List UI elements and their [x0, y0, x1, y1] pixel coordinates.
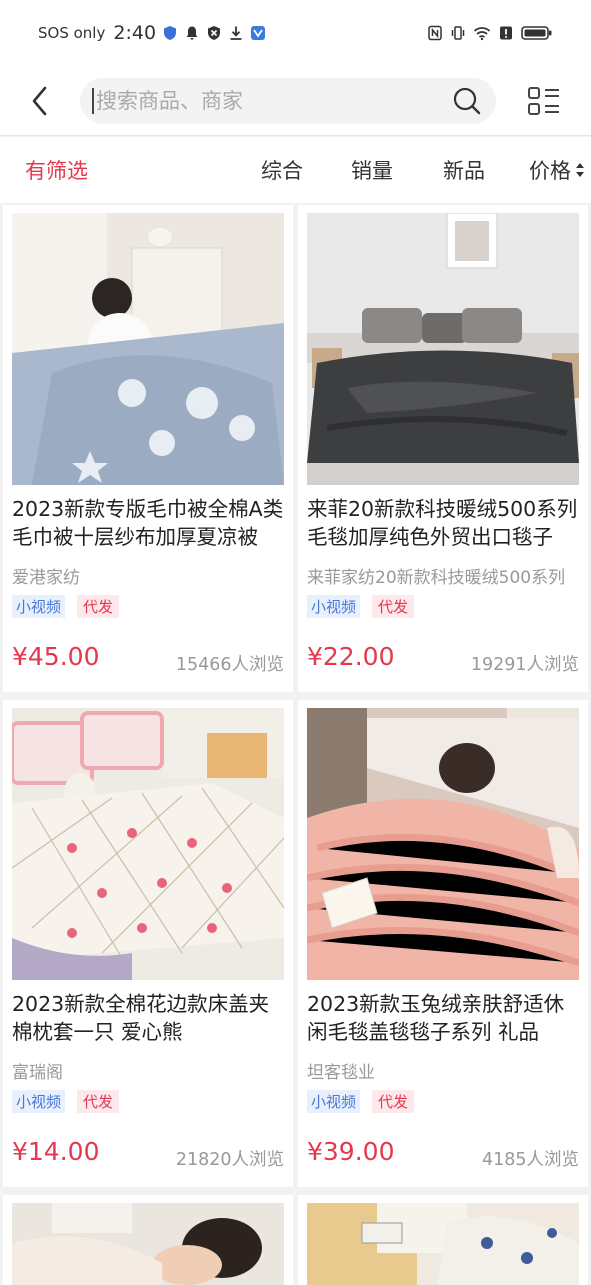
product-card[interactable]: 2023新款玉兔绒亲肤舒适休闲毛毯盖毯毯子系列 礼品 坦客毯业 小视频 代发 ¥…	[298, 700, 588, 1187]
shop-name[interactable]: 爱港家纺	[12, 563, 284, 588]
sort-tab-price[interactable]: 价格	[529, 155, 585, 185]
tag-video: 小视频	[12, 1090, 66, 1113]
shop-name[interactable]: 坦客毯业	[307, 1058, 579, 1083]
product-tags: 小视频 代发	[307, 595, 415, 618]
tag-video: 小视频	[307, 1090, 361, 1113]
product-image[interactable]	[307, 708, 579, 980]
tag-dropship: 代发	[372, 595, 415, 618]
shop-name[interactable]: 富瑞阁	[12, 1058, 284, 1083]
view-count: 21820人浏览	[175, 1150, 284, 1170]
product-card[interactable]	[298, 1195, 588, 1285]
app-notification-icon	[251, 26, 266, 40]
vibrate-icon	[451, 26, 465, 40]
view-count: 4185人浏览	[481, 1150, 579, 1170]
product-tags: 小视频 代发	[12, 1090, 120, 1113]
layout-toggle-button[interactable]	[496, 71, 591, 131]
status-bar: SOS only 2:40	[0, 0, 591, 66]
product-price: ¥22.00	[307, 642, 395, 671]
search-header	[0, 66, 591, 136]
battery-icon	[521, 26, 552, 40]
product-tags: 小视频 代发	[12, 595, 120, 618]
product-image[interactable]	[12, 213, 284, 485]
product-image[interactable]	[307, 1203, 579, 1285]
product-title[interactable]: 2023新款全棉花边款床盖夹棉枕套一只 爱心熊	[12, 990, 284, 1046]
network-status: SOS only	[38, 24, 106, 42]
product-price: ¥45.00	[12, 642, 100, 671]
clock: 2:40	[113, 22, 157, 44]
product-price: ¥39.00	[307, 1137, 395, 1166]
product-image[interactable]	[307, 213, 579, 485]
sort-tab-comprehensive[interactable]: 综合	[261, 155, 303, 185]
product-price: ¥14.00	[12, 1137, 100, 1166]
sort-tabs: 综合 销量 新品 价格	[261, 155, 591, 185]
wifi-icon	[473, 27, 491, 41]
search-icon[interactable]	[452, 86, 482, 116]
product-card[interactable]: 2023新款专版毛巾被全棉A类毛巾被十层纱布加厚夏凉被 爱港家纺 小视频 代发 …	[3, 205, 293, 692]
tag-video: 小视频	[12, 595, 66, 618]
tag-dropship: 代发	[372, 1090, 415, 1113]
product-title[interactable]: 2023新款专版毛巾被全棉A类毛巾被十层纱布加厚夏凉被	[12, 495, 284, 551]
view-count: 15466人浏览	[175, 655, 284, 675]
shield-icon	[164, 26, 177, 40]
status-right	[427, 25, 553, 41]
back-button[interactable]	[0, 71, 80, 131]
filter-bar: 有筛选 综合 销量 新品 价格	[0, 137, 591, 203]
view-count: 19291人浏览	[470, 655, 579, 675]
tag-dropship: 代发	[77, 1090, 120, 1113]
tag-video: 小视频	[307, 595, 361, 618]
sort-arrows-icon	[576, 163, 584, 177]
tag-dropship: 代发	[77, 595, 120, 618]
product-card[interactable]: 2023新款全棉花边款床盖夹棉枕套一只 爱心熊 富瑞阁 小视频 代发 ¥14.0…	[3, 700, 293, 1187]
bell-icon	[186, 26, 198, 40]
product-tags: 小视频 代发	[307, 1090, 415, 1113]
sort-tab-new[interactable]: 新品	[443, 155, 485, 185]
alert-icon	[500, 26, 512, 40]
blocked-icon	[208, 26, 221, 40]
product-image[interactable]	[12, 1203, 284, 1285]
status-left: SOS only 2:40	[38, 22, 266, 44]
list-layout-icon	[527, 86, 559, 115]
search-input[interactable]	[92, 87, 452, 114]
product-title[interactable]: 2023新款玉兔绒亲肤舒适休闲毛毯盖毯毯子系列 礼品	[307, 990, 579, 1046]
sort-tab-sales[interactable]: 销量	[351, 155, 393, 185]
filter-button[interactable]: 有筛选	[25, 155, 88, 185]
shop-name[interactable]: 来菲家纺20新款科技暖绒500系列	[307, 563, 579, 588]
download-icon	[230, 26, 242, 40]
sort-tab-price-label: 价格	[529, 159, 571, 183]
product-card[interactable]	[3, 1195, 293, 1285]
chevron-left-icon	[32, 86, 47, 115]
product-card[interactable]: 来菲20新款科技暖绒500系列毛毯加厚纯色外贸出口毯子 来菲家纺20新款科技暖绒…	[298, 205, 588, 692]
search-box[interactable]	[80, 77, 496, 124]
nfc-icon	[428, 25, 442, 41]
product-title[interactable]: 来菲20新款科技暖绒500系列毛毯加厚纯色外贸出口毯子	[307, 495, 579, 551]
product-image[interactable]	[12, 708, 284, 980]
